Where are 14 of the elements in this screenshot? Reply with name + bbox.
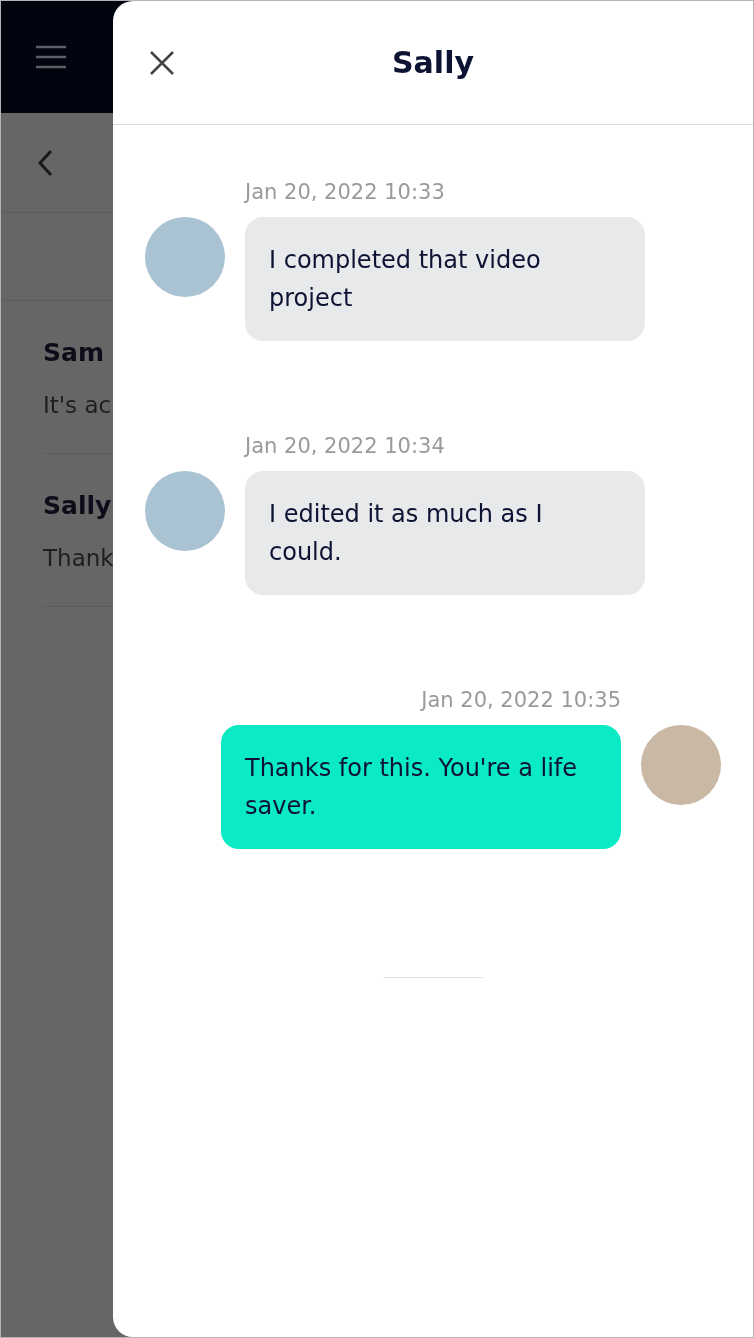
back-icon[interactable] [37, 148, 53, 177]
chat-title: Sally [392, 44, 474, 82]
message-bubble: Thanks for this. You're a life saver. [221, 725, 621, 849]
message-bubble: I edited it as much as I could. [245, 471, 645, 595]
message-timestamp: Jan 20, 2022 10:35 [421, 687, 621, 714]
message-timestamp: Jan 20, 2022 10:33 [245, 179, 445, 206]
message-timestamp: Jan 20, 2022 10:34 [245, 433, 445, 460]
conversation-name: Sally [43, 491, 112, 520]
message-bubble: I completed that video project [245, 217, 645, 341]
menu-icon[interactable] [35, 45, 67, 69]
conversation-preview: Thank [43, 545, 114, 571]
conversation-preview: It's ac [43, 392, 112, 418]
conversation-name: Sam [43, 338, 104, 367]
close-icon[interactable] [149, 49, 175, 76]
